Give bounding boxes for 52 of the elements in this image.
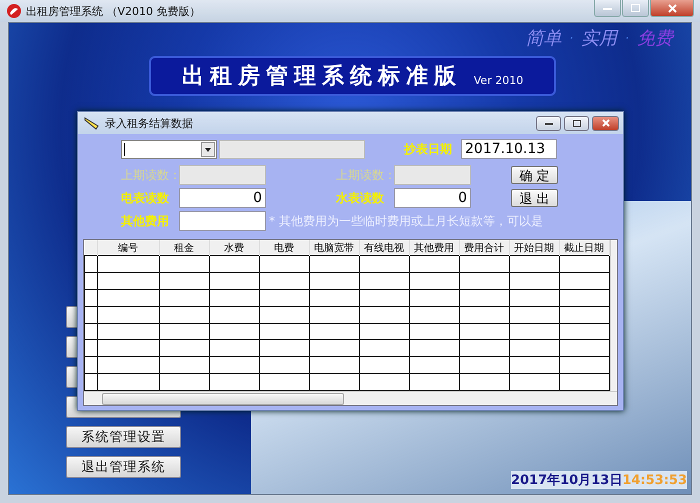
app-logo-icon — [6, 3, 22, 19]
column-header[interactable]: 电费 — [259, 240, 309, 256]
column-header[interactable]: 水费 — [209, 240, 259, 256]
dialog-title: 录入租务结算数据 — [105, 116, 193, 130]
slogan-separator: · — [569, 31, 574, 45]
column-header[interactable]: 电脑宽带 — [309, 240, 359, 256]
note-text: * 其他费用为一些临时费用或上月长短款等，可以是 — [269, 212, 543, 230]
menu-button[interactable]: 退出管理系统 — [66, 456, 181, 478]
electric-reading-field[interactable]: 0 — [179, 188, 266, 208]
status-date: 2017年10月13日 — [510, 473, 622, 488]
minimize-icon — [603, 6, 612, 10]
column-header[interactable]: 编号 — [97, 240, 159, 256]
close-icon — [668, 4, 676, 12]
pen-icon — [84, 116, 100, 130]
column-header[interactable]: 租金 — [159, 240, 209, 256]
confirm-button[interactable]: 确 定 — [511, 166, 558, 184]
status-time: 14:53:53 — [622, 473, 687, 488]
caret-icon — [201, 142, 215, 156]
scroll-thumb[interactable] — [102, 392, 344, 404]
column-header[interactable]: 费用合计 — [459, 240, 509, 256]
menu-button[interactable]: 系统管理设置 — [66, 426, 181, 448]
minimize-icon — [544, 122, 552, 124]
other-fee-field[interactable] — [179, 211, 266, 231]
banner-version: Ver 2010 — [474, 74, 524, 86]
field-label: 水表读数 — [336, 190, 385, 206]
field-label: 电表读数 — [121, 190, 170, 206]
banner-title: 出租房管理系统标准版 — [182, 62, 462, 91]
minimize-button[interactable] — [536, 116, 561, 130]
close-button[interactable] — [650, 0, 694, 17]
field-label: 上期读数： — [336, 166, 394, 184]
field-label: 其他费用 — [121, 212, 170, 230]
water-reading-field[interactable]: 0 — [394, 188, 471, 208]
column-header[interactable]: 开始日期 — [509, 240, 559, 256]
slogan-text: 免费 — [637, 27, 673, 50]
slogan-text: 简单 — [525, 27, 562, 50]
field-label: 上期读数： — [121, 166, 179, 184]
exit-button[interactable]: 退 出 — [511, 189, 558, 207]
room-dropdown[interactable] — [121, 140, 217, 158]
date-field[interactable]: 2017.10.13 — [461, 139, 557, 159]
column-header[interactable]: 截止日期 — [559, 240, 609, 256]
field-label: 抄表日期 — [404, 140, 453, 158]
column-header[interactable]: 有线电视 — [359, 240, 409, 256]
close-button[interactable] — [592, 116, 619, 130]
maximize-icon — [572, 120, 580, 126]
slogan-text: 实用 — [581, 27, 618, 50]
maximize-button[interactable] — [564, 116, 589, 130]
column-header[interactable]: 其他费用 — [409, 240, 459, 256]
horizontal-scrollbar[interactable] — [84, 391, 617, 405]
slogan-separator: · — [625, 31, 629, 45]
window-title: 出租房管理系统 （V2010 免费版） — [26, 4, 201, 18]
close-icon — [602, 119, 610, 127]
maximize-icon — [631, 4, 640, 12]
